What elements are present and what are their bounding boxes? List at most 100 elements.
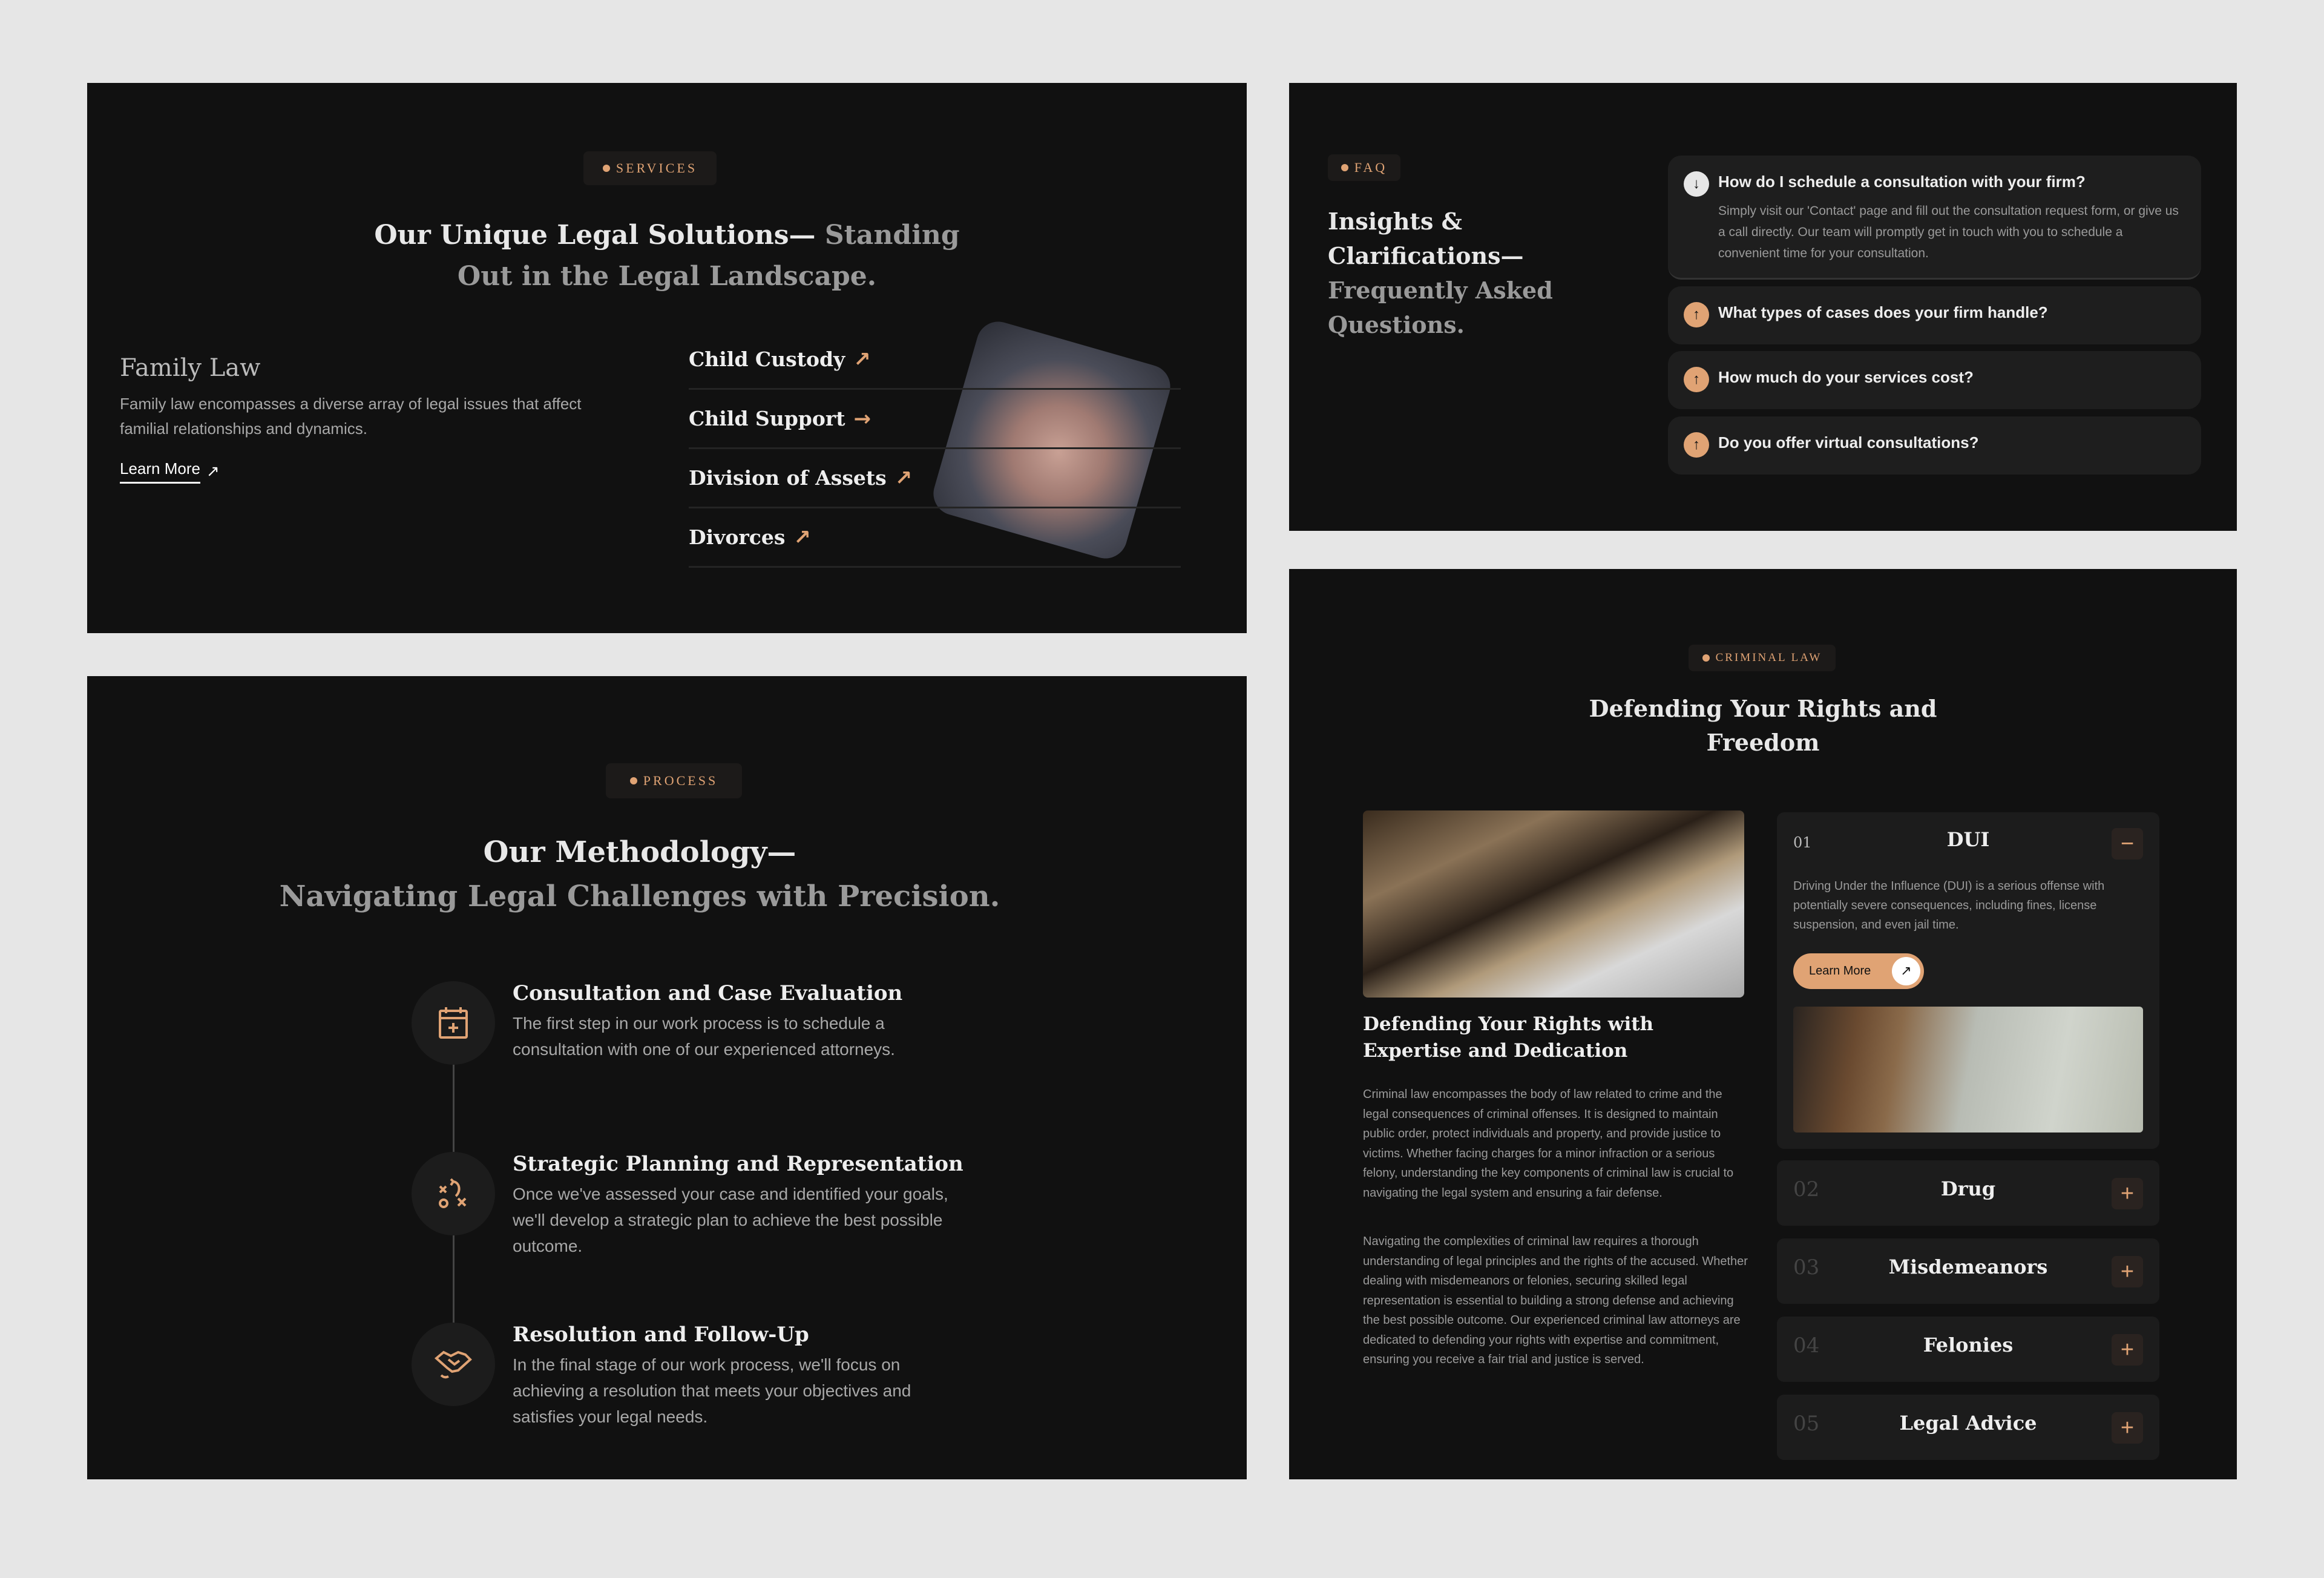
learn-more-label: Learn More — [120, 459, 200, 484]
faq-title: Insights & Clarifications— Frequently As… — [1328, 204, 1553, 342]
dot-icon — [629, 777, 637, 784]
item-description: Driving Under the Influence (DUI) is a s… — [1793, 879, 2105, 932]
dot-icon — [1702, 654, 1710, 662]
strategy-icon — [439, 1178, 467, 1208]
step-description: In the final stage of our work process, … — [513, 1355, 911, 1426]
process-step: Strategic Planning and Representation Onc… — [513, 1152, 973, 1259]
faq-panel: FAQ Insights & Clarifications— Frequentl… — [1289, 83, 2237, 531]
step-icon-circle — [412, 1323, 495, 1406]
arrow-up-right-icon: ↗ — [1892, 957, 1920, 985]
arrow-right-icon: → — [853, 406, 872, 431]
item-name: Misdemeanors — [1888, 1255, 2048, 1278]
process-step: Consultation and Case Evaluation The firs… — [513, 981, 973, 1062]
service-item-division-of-assets[interactable]: Division of Assets ↗ — [689, 449, 1181, 508]
step-title: Consultation and Case Evaluation — [513, 981, 903, 1005]
faq-item-expanded[interactable]: ↓ How do I schedule a consultation with … — [1668, 156, 2201, 280]
criminal-heading: Defending Your Rights with Expertise and… — [1363, 1013, 1654, 1062]
criminal-item-felonies[interactable]: 04 Felonies + — [1777, 1317, 2159, 1382]
title-line4: Questions. — [1328, 311, 1465, 338]
step-icon-circle — [412, 981, 495, 1065]
process-badge: PROCESS — [606, 763, 742, 798]
category-title: Family Law — [120, 354, 261, 382]
services-badge: SERVICES — [583, 151, 717, 185]
faq-question: Do you offer virtual consultations? — [1718, 433, 1979, 452]
timeline-connector — [453, 1235, 455, 1323]
badge-label: PROCESS — [643, 773, 718, 788]
category-description: Family law encompasses a diverse array o… — [120, 395, 582, 438]
title-line1: Defending Your Rights and — [1589, 695, 1937, 722]
arrow-up-right-icon: ↗ — [853, 347, 871, 372]
faq-answer: Simply visit our 'Contact' page and fill… — [1718, 204, 2179, 260]
arrow-up-right-icon: ↗ — [894, 465, 913, 490]
plus-icon[interactable]: + — [2112, 1334, 2143, 1366]
faq-item[interactable]: ↑ Do you offer virtual consultations? — [1668, 416, 2201, 475]
process-title: Our Methodology— Navigating Legal Challe… — [87, 830, 1192, 919]
service-item-child-support[interactable]: Child Support → — [689, 390, 1181, 449]
faq-badge: FAQ — [1328, 154, 1400, 181]
timeline-connector — [453, 1065, 455, 1152]
plus-icon[interactable]: + — [2112, 1256, 2143, 1287]
title-line3: Frequently Asked — [1328, 277, 1553, 304]
badge-label: CRIMINAL LAW — [1715, 651, 1822, 664]
step-description: Once we've assessed your case and identi… — [513, 1185, 948, 1255]
driver-image — [1793, 1007, 2143, 1133]
plus-icon[interactable]: + — [2112, 1412, 2143, 1444]
item-label: Division of Assets — [689, 466, 887, 490]
learn-more-link[interactable]: Learn More ↗ — [120, 459, 220, 484]
arrow-up-right-icon: ↗ — [206, 462, 220, 481]
criminal-law-panel: CRIMINAL LAW Defending Your Rights and F… — [1289, 569, 2237, 1479]
item-label: Child Custody — [689, 347, 845, 371]
arrow-down-icon[interactable]: ↓ — [1684, 171, 1709, 197]
arrow-up-right-icon: ↗ — [793, 525, 811, 550]
item-name: Felonies — [1923, 1333, 2014, 1356]
process-step: Resolution and Follow-Up In the final sta… — [513, 1323, 973, 1430]
criminal-title: Defending Your Rights and Freedom — [1289, 692, 2237, 760]
plus-icon[interactable]: + — [2112, 1178, 2143, 1209]
learn-more-button[interactable]: Learn More ↗ — [1793, 953, 1924, 989]
faq-item[interactable]: ↑ What types of cases does your firm hand… — [1668, 286, 2201, 344]
title-part1: Our Unique Legal Solutions— — [374, 220, 816, 251]
arrow-up-icon[interactable]: ↑ — [1684, 367, 1709, 392]
item-name: Legal Advice — [1899, 1412, 2037, 1435]
item-label: Divorces — [689, 525, 786, 549]
criminal-item-legal-advice[interactable]: 05 Legal Advice + — [1777, 1395, 2159, 1460]
title-line2: Freedom — [1706, 729, 1820, 756]
criminal-law-badge: CRIMINAL LAW — [1689, 645, 1836, 671]
services-title: Our Unique Legal Solutions— Standing Out… — [87, 215, 1247, 297]
item-name: DUI — [1946, 828, 1990, 851]
learn-more-label: Learn More — [1809, 964, 1871, 978]
criminal-item-drug[interactable]: 02 Drug + — [1777, 1160, 2159, 1226]
criminal-item-misdemeanors[interactable]: 03 Misdemeanors + — [1777, 1238, 2159, 1304]
badge-label: FAQ — [1354, 160, 1388, 175]
services-panel: SERVICES Our Unique Legal Solutions— Sta… — [87, 83, 1247, 633]
arrow-up-icon[interactable]: ↑ — [1684, 432, 1709, 458]
title-line1: Our Methodology— — [483, 835, 796, 869]
handshake-icon — [434, 1350, 472, 1379]
service-item-divorces[interactable]: Divorces ↗ — [689, 508, 1181, 568]
badge-label: SERVICES — [615, 160, 698, 176]
step-title: Strategic Planning and Representation — [513, 1152, 963, 1176]
step-title: Resolution and Follow-Up — [513, 1323, 809, 1347]
criminal-paragraph-2: Navigating the complexities of criminal … — [1363, 1235, 1748, 1366]
process-panel: PROCESS Our Methodology— Navigating Lega… — [87, 676, 1247, 1479]
faq-question: How much do your services cost? — [1718, 368, 1974, 386]
calendar-plus-icon — [439, 1007, 468, 1039]
item-label: Child Support — [689, 407, 845, 430]
dot-icon — [1341, 164, 1348, 171]
arrow-up-icon[interactable]: ↑ — [1684, 302, 1709, 327]
courthouse-image — [1363, 810, 1744, 998]
minus-icon[interactable]: − — [2112, 828, 2143, 860]
criminal-paragraph-1: Criminal law encompasses the body of law… — [1363, 1088, 1734, 1200]
faq-question: What types of cases does your firm handl… — [1718, 303, 2048, 321]
title-line2: Clarifications— — [1328, 242, 1524, 269]
step-icon-circle — [412, 1152, 495, 1235]
faq-item[interactable]: ↑ How much do your services cost? — [1668, 351, 2201, 409]
service-item-child-custody[interactable]: Child Custody ↗ — [689, 330, 1181, 390]
criminal-item-expanded[interactable]: 01 DUI − Driving Under the Influence (DU… — [1777, 812, 2159, 1149]
title-line2: Navigating Legal Challenges with Precisi… — [279, 879, 1000, 913]
dot-icon — [602, 165, 610, 172]
title-line1: Insights & — [1328, 208, 1462, 235]
title-line2: Out in the Legal Landscape. — [457, 261, 877, 292]
faq-question: How do I schedule a consultation with yo… — [1718, 173, 2086, 191]
item-name: Drug — [1940, 1177, 1996, 1200]
